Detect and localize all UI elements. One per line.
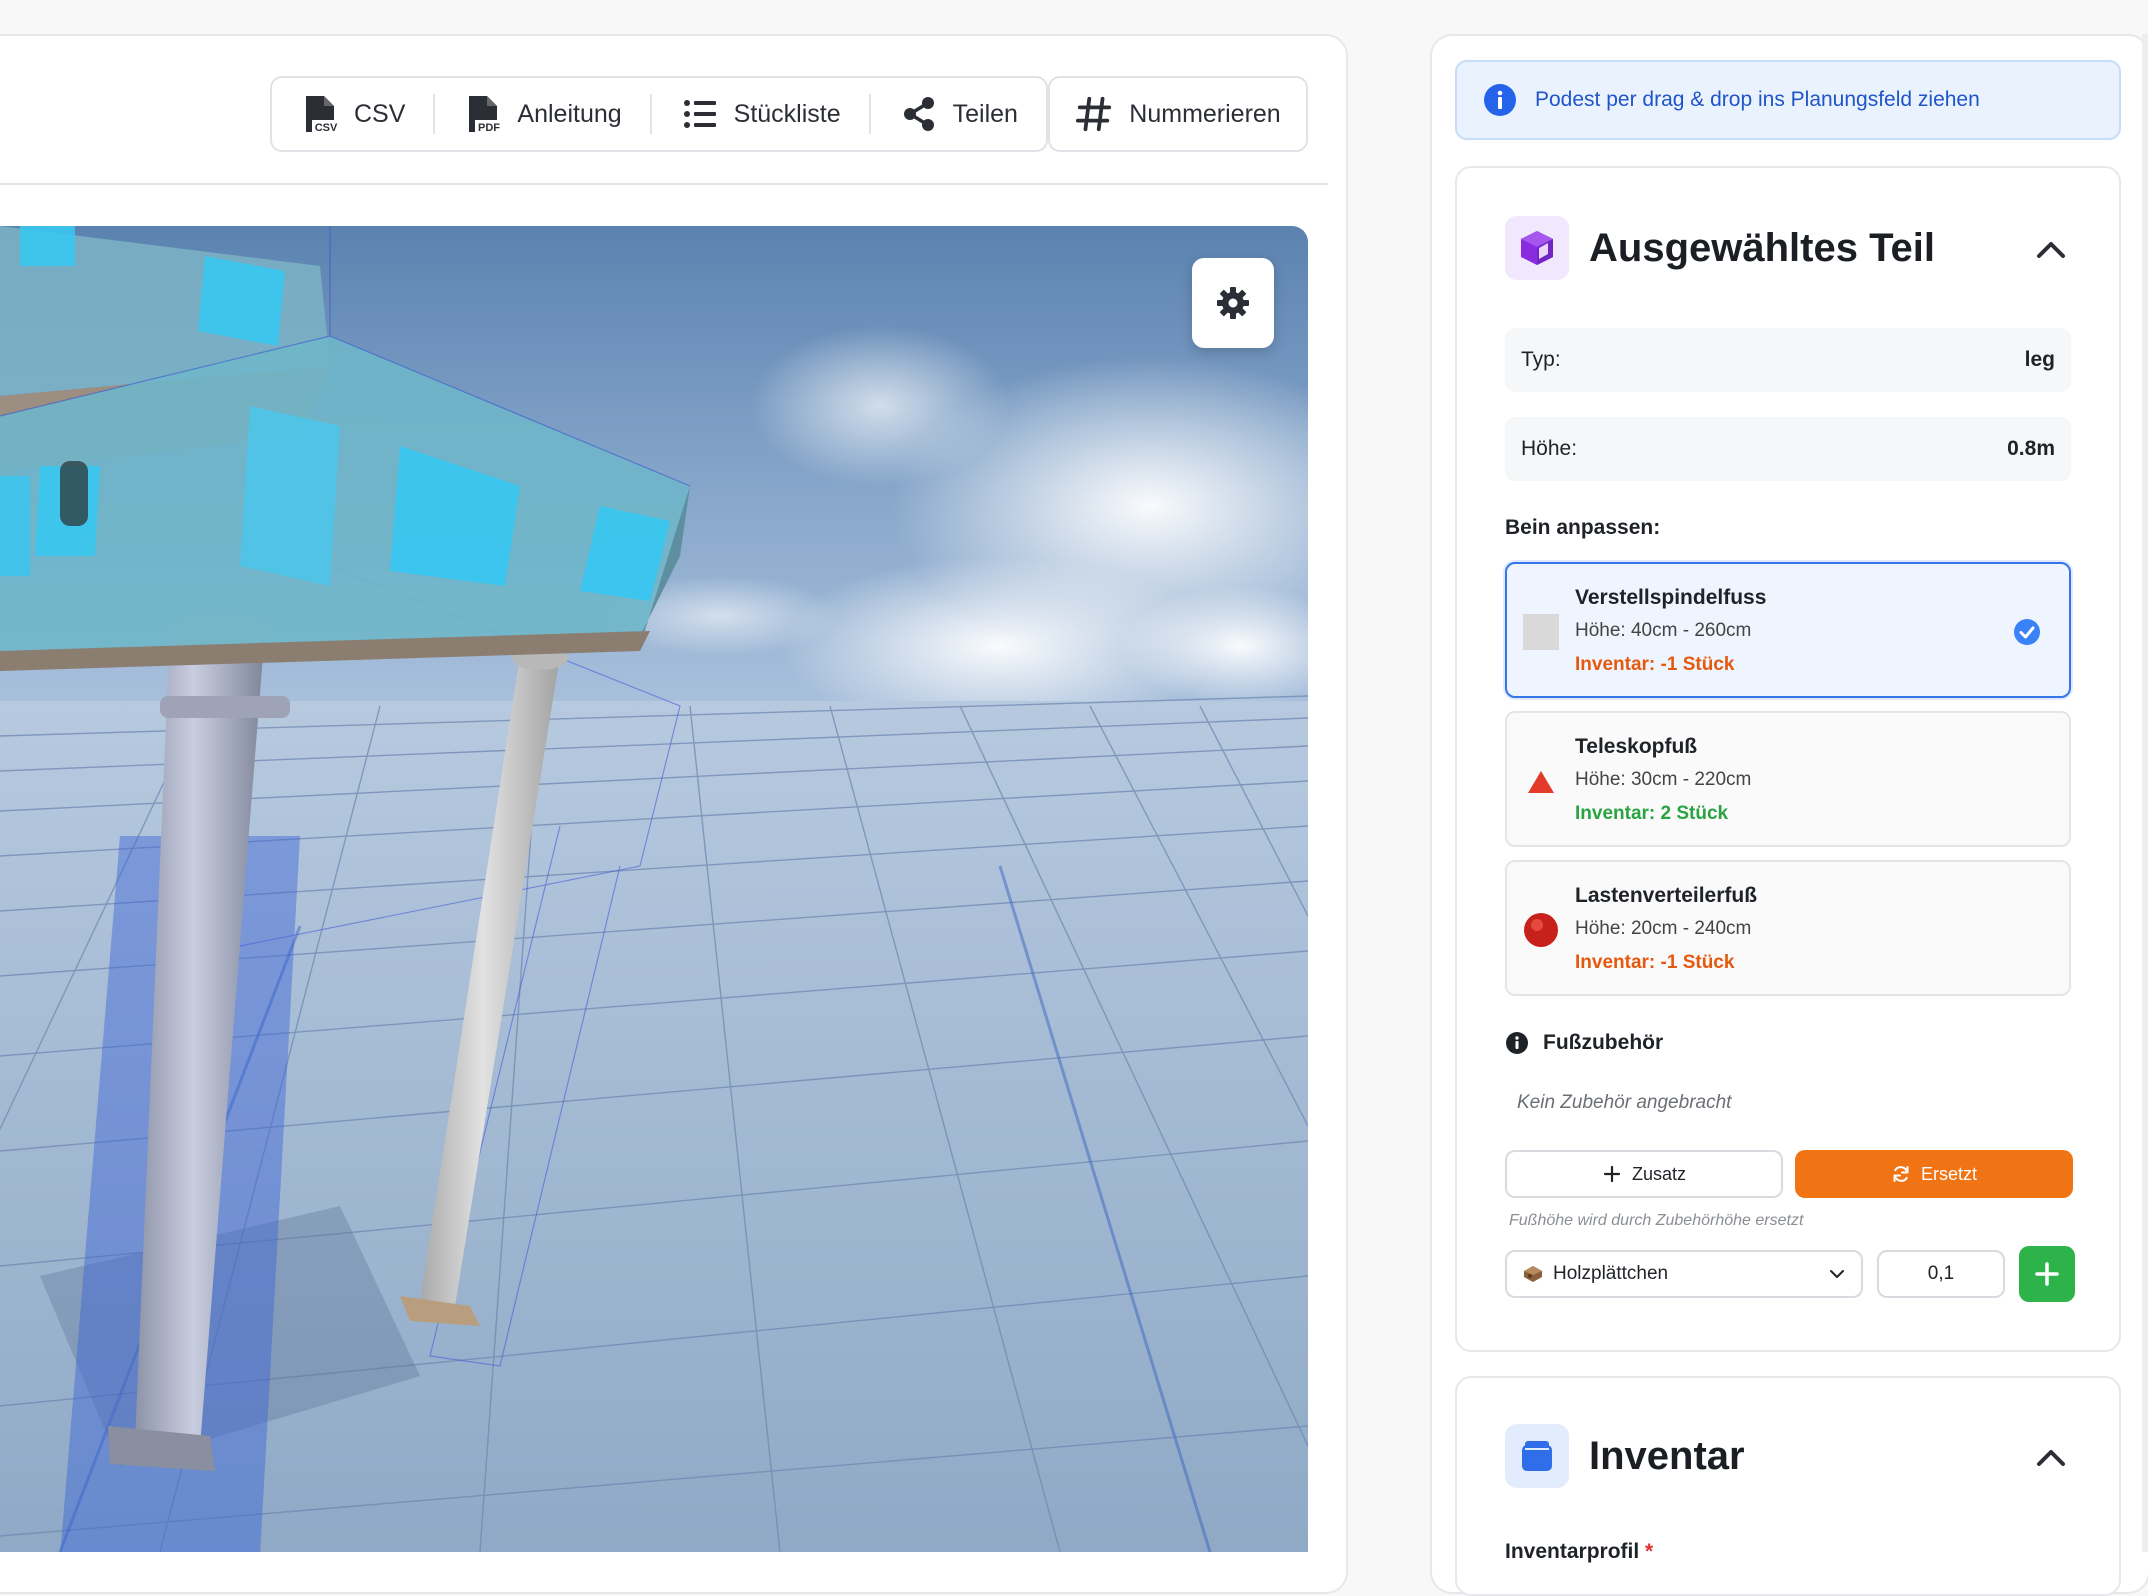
option-name: Verstellspindelfuss (1575, 586, 1767, 609)
list-icon (683, 100, 716, 128)
accessory-select-value: Holzplättchen (1553, 1263, 1669, 1284)
chevron-down-icon (1830, 1270, 1844, 1278)
plus-icon (1603, 1165, 1621, 1183)
option-name: Lastenverteilerfuß (1575, 884, 1758, 907)
parts-list-label: Stückliste (733, 99, 841, 128)
toolbar-divider-line (0, 183, 1328, 185)
replace-accessory-mode-button[interactable]: Ersetzt (1795, 1150, 2073, 1198)
adjust-leg-label: Bein anpassen: (1505, 516, 1661, 539)
foot-accessory-label: Fußzubehör (1543, 1031, 1664, 1054)
wood-icon (1524, 1266, 1542, 1282)
option-height: Höhe: 40cm - 260cm (1575, 620, 1752, 641)
share-label: Teilen (952, 99, 1018, 128)
share-button[interactable]: Teilen (871, 78, 1046, 150)
selected-part-header[interactable]: Ausgewähltes Teil (1505, 216, 1935, 280)
height-value: 0.8m (2007, 437, 2055, 460)
pdf-file-icon: PDF (469, 96, 504, 134)
option-inventory: Inventar: -1 Stück (1575, 654, 1735, 675)
export-toolbar: CSV CSV PDF Anleitung Stückliste Teilen (270, 76, 1048, 152)
chevron-up-icon[interactable] (2031, 230, 2071, 270)
svg-text:CSV: CSV (315, 122, 338, 134)
replace-label: Ersetzt (1920, 1163, 1977, 1184)
gear-icon (1217, 287, 1249, 319)
accessory-quantity-input[interactable] (1877, 1250, 2005, 1298)
type-row: Typ: leg (1505, 328, 2071, 392)
square-gray-icon (1523, 614, 1559, 650)
add-accessory-button[interactable] (2019, 1246, 2075, 1302)
hint-text: Podest per drag & drop ins Planungsfeld … (1535, 88, 1980, 111)
height-row: Höhe: 0.8m (1505, 417, 2071, 481)
option-height: Höhe: 30cm - 220cm (1575, 769, 1752, 790)
number-label: Nummerieren (1129, 99, 1281, 128)
type-label: Typ: (1521, 348, 1561, 371)
csv-button[interactable]: CSV CSV (272, 78, 433, 150)
3d-viewport[interactable] (0, 226, 1308, 1552)
inventory-card: Inventar Inventarprofil * (1455, 1376, 2121, 1596)
guide-label: Anleitung (517, 99, 622, 128)
drag-drop-hint: Podest per drag & drop ins Planungsfeld … (1455, 60, 2121, 140)
leg-option-verstellspindelfuss[interactable]: Verstellspindelfuss Höhe: 40cm - 260cm I… (1505, 562, 2071, 698)
add-label: Zusatz (1631, 1163, 1687, 1184)
option-height: Höhe: 20cm - 240cm (1575, 918, 1752, 939)
chevron-up-icon[interactable] (2031, 1438, 2071, 1478)
box-icon (1505, 1424, 1569, 1488)
scene-canvas[interactable] (0, 226, 1308, 1552)
refresh-icon (1893, 1166, 1909, 1182)
leg-option-lastenverteilerfuss[interactable]: Lastenverteilerfuß Höhe: 20cm - 240cm In… (1505, 860, 2071, 996)
inventory-profile-label: Inventarprofil * (1505, 1540, 1653, 1564)
share-icon (903, 97, 934, 131)
viewport-settings-button[interactable] (1192, 258, 1274, 348)
option-inventory: Inventar: -1 Stück (1575, 952, 1735, 973)
side-scrollbar[interactable] (2142, 34, 2148, 1552)
check-circle-icon (2014, 619, 2040, 645)
info-icon (1506, 1032, 1528, 1054)
info-icon (1484, 84, 1516, 116)
option-inventory: Inventar: 2 Stück (1575, 803, 1729, 824)
no-accessory-text: Kein Zubehör angebracht (1517, 1092, 1732, 1113)
type-value: leg (2024, 348, 2055, 371)
plus-icon (2035, 1262, 2059, 1286)
parts-list-button[interactable]: Stückliste (652, 78, 869, 150)
inventory-title: Inventar (1589, 1433, 1745, 1478)
triangle-red-icon (1528, 771, 1554, 793)
option-name: Teleskopfuß (1575, 735, 1698, 758)
circle-red-icon (1524, 913, 1558, 947)
foot-accessory-header: Fußzubehör (1505, 1031, 1663, 1055)
number-button[interactable]: Nummerieren (1048, 76, 1308, 152)
guide-button[interactable]: PDF Anleitung (435, 78, 649, 150)
csv-file-icon: CSV (306, 96, 340, 134)
cube-icon (1505, 216, 1569, 280)
replace-note: Fußhöhe wird durch Zubehörhöhe ersetzt (1509, 1212, 1804, 1229)
add-accessory-mode-button[interactable]: Zusatz (1505, 1150, 1783, 1198)
inventory-header[interactable]: Inventar (1505, 1424, 1745, 1488)
leg-option-teleskopfuss[interactable]: Teleskopfuß Höhe: 30cm - 220cm Inventar:… (1505, 711, 2071, 847)
hash-icon (1076, 96, 1112, 132)
accessory-select[interactable]: Holzplättchen (1505, 1250, 1863, 1298)
csv-label: CSV (354, 99, 406, 128)
svg-text:PDF: PDF (478, 122, 500, 134)
height-label: Höhe: (1521, 437, 1578, 460)
selected-part-card: Ausgewähltes Teil Typ: leg Höhe: 0.8m Be… (1455, 166, 2121, 1352)
selected-part-title: Ausgewähltes Teil (1589, 225, 1936, 270)
